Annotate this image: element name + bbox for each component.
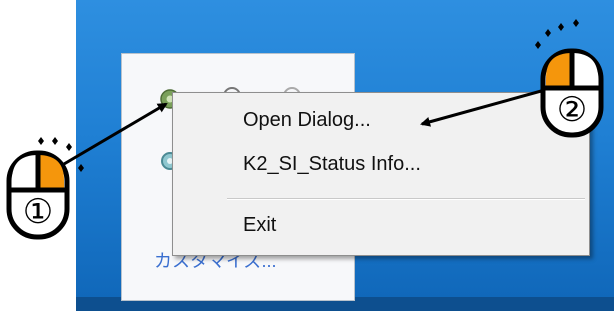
step-1-label: ① bbox=[22, 192, 54, 232]
arrow-icon bbox=[63, 102, 168, 166]
step-2-label: ② bbox=[556, 90, 588, 130]
mouse-left-click-icon: ① bbox=[6, 150, 70, 240]
sparkle-icon bbox=[535, 19, 579, 49]
annotation-overlay bbox=[38, 19, 579, 172]
arrow-icon bbox=[420, 86, 553, 127]
mouse-left-click-icon: ② bbox=[540, 48, 604, 138]
